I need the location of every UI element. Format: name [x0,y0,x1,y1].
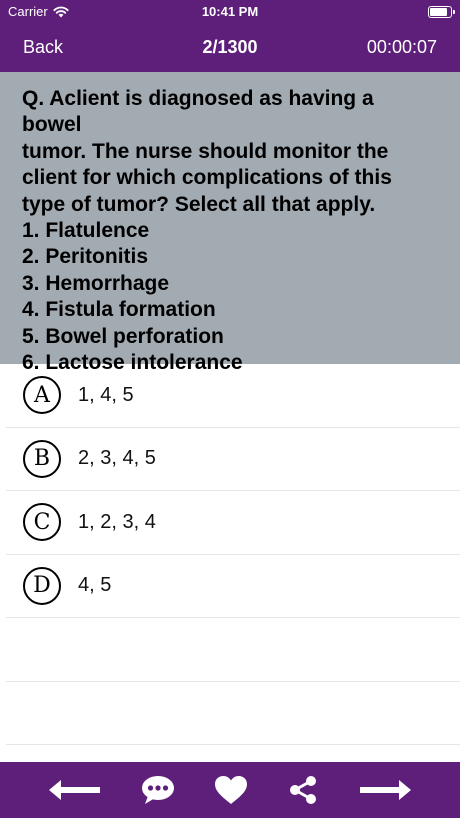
battery-icon [428,6,455,18]
answer-option-b[interactable]: B 2, 3, 4, 5 [6,428,460,491]
answer-option-a[interactable]: A 1, 4, 5 [6,364,460,428]
next-question-button[interactable] [356,772,416,808]
question-line: client for which complications of this [22,166,392,190]
question-choice-line: 4. Fistula formation [22,298,216,322]
question-line: tumor. The nurse should monitor the [22,139,389,163]
bottom-toolbar [0,762,460,818]
favorite-button[interactable] [211,772,251,808]
heart-icon [215,776,247,804]
option-text: 4, 5 [78,574,112,597]
answer-option-c[interactable]: C 1, 2, 3, 4 [6,491,460,555]
quiz-timer: 00:00:07 [366,37,437,57]
chat-bubble-icon [142,776,174,804]
comments-button[interactable] [138,772,178,808]
option-text: 1, 2, 3, 4 [78,510,156,533]
question-choice-line: 5. Bowel perforation [22,324,224,348]
question-choice-line: 1. Flatulence [22,219,150,243]
answer-options: A 1, 4, 5 B 2, 3, 4, 5 C 1, 2, 3, 4 D 4,… [0,364,460,745]
question-choice-line: 2. Peritonitis [22,245,149,269]
option-text: 2, 3, 4, 5 [78,447,156,470]
empty-row [6,618,460,682]
question-line: Q. Aclient is diagnosed as having a bowe… [22,87,380,137]
empty-row [6,682,460,745]
option-letter-badge: C [23,503,61,542]
previous-question-button[interactable] [44,772,104,808]
answer-option-d[interactable]: D 4, 5 [6,555,460,618]
status-time: 10:41 PM [201,4,259,19]
arrow-left-icon [49,780,100,800]
battery-tip [453,10,455,14]
arrow-right-icon [360,780,411,800]
option-letter-badge: D [23,566,61,605]
nav-bar: Back 2/1300 00:00:07 [0,24,460,72]
share-icon [290,776,316,804]
question-choice-line: 3. Hemorrhage [22,271,170,295]
option-letter-badge: B [23,439,61,478]
battery-fill [430,8,447,16]
question-line: type of tumor? Select all that apply. [22,192,376,216]
share-button[interactable] [285,772,321,808]
status-bar: Carrier 10:41 PM [0,0,460,24]
question-panel: Q. Aclient is diagnosed as having a bowe… [0,72,460,374]
option-text: 1, 4, 5 [78,383,134,406]
option-letter-badge: A [23,376,61,415]
